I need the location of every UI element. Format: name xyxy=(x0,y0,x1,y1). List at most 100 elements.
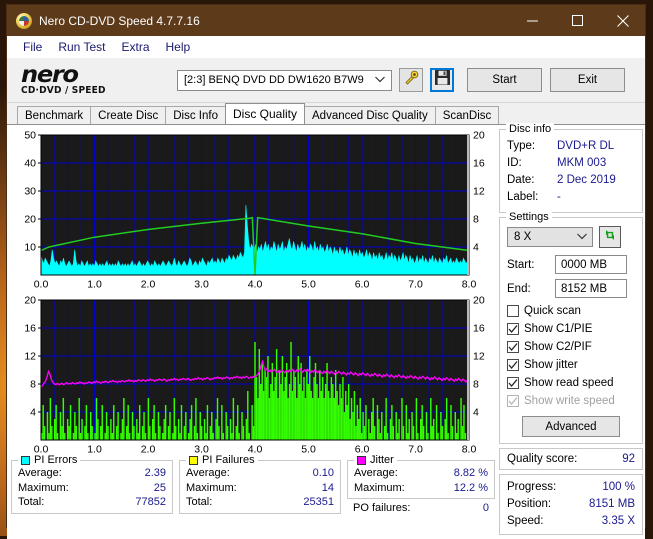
svg-text:4: 4 xyxy=(473,242,479,254)
menu-extra[interactable]: Extra xyxy=(113,38,157,56)
progress-label: Progress: xyxy=(507,481,557,493)
tab-create-disc[interactable]: Create Disc xyxy=(90,106,167,124)
checkbox-show-jitter[interactable]: Show jitter xyxy=(507,357,635,373)
tab-disc-info[interactable]: Disc Info xyxy=(165,106,226,124)
pi-failures-average-value: 0.10 xyxy=(312,467,334,479)
position-value: 8151 MB xyxy=(588,498,635,510)
checkbox-show-read-speed[interactable]: Show read speed xyxy=(507,375,635,391)
save-results-button[interactable] xyxy=(430,68,454,92)
minimize-icon[interactable] xyxy=(510,5,555,36)
pi-errors-total-row: Total: 77852 xyxy=(18,495,166,510)
end-field-row: End: 8152 MB xyxy=(507,279,635,298)
svg-text:10: 10 xyxy=(24,242,36,254)
refresh-disc-button[interactable] xyxy=(599,226,621,248)
svg-text:20: 20 xyxy=(473,130,485,142)
drive-select[interactable]: [2:3] BENQ DVD DD DW1620 B7W9 xyxy=(177,69,392,91)
svg-text:12: 12 xyxy=(24,351,36,363)
tab-advanced-disc-quality[interactable]: Advanced Disc Quality xyxy=(304,106,436,124)
jitter-average-row: Average: 8.82 % xyxy=(354,466,488,481)
svg-text:4: 4 xyxy=(30,407,36,419)
title-bar: Nero CD-DVD Speed 4.7.7.16 xyxy=(7,5,645,36)
jitter-maximum-row: Maximum: 12.2 % xyxy=(354,481,488,496)
refresh-icon xyxy=(603,228,617,247)
settings-title: Settings xyxy=(506,211,552,223)
start-input[interactable]: 0000 MB xyxy=(555,255,627,274)
chevron-down-icon xyxy=(375,74,385,86)
svg-text:16: 16 xyxy=(473,323,485,335)
jitter-color-swatch xyxy=(357,455,366,465)
svg-text:8: 8 xyxy=(473,379,479,391)
po-failures-value: 0 xyxy=(482,502,489,514)
tab-disc-quality[interactable]: Disc Quality xyxy=(225,103,306,124)
checkbox-show-c2-pif-label: Show C2/PIF xyxy=(524,341,592,353)
checkbox-show-write-speed: Show write speed xyxy=(507,393,635,409)
pi-errors-color-swatch xyxy=(21,455,30,465)
legend-pi-failures: PI Failures Average: 0.10 Maximum: 14 To… xyxy=(179,454,341,514)
disc-info-panel: Disc info Type: DVD+R DL ID: MKM 003 Dat… xyxy=(499,123,643,213)
speed-row: 8 X xyxy=(507,226,635,248)
pi-failures-jitter-graph-canvas: 48121620481216200.0 1.0 2.0 3.0 4.0 5.0 6.0 7.0… xyxy=(24,295,485,456)
pi-errors-maximum-label: Maximum: xyxy=(18,481,69,494)
checkbox-box xyxy=(507,377,519,389)
svg-text:8.0: 8.0 xyxy=(462,444,477,456)
end-input[interactable]: 8152 MB xyxy=(555,279,627,298)
app-window: Nero CD-DVD Speed 4.7.7.16 File Run Test… xyxy=(6,4,646,539)
svg-text:0.0: 0.0 xyxy=(34,279,49,291)
legend-jitter-label: Jitter xyxy=(370,454,394,466)
tool-options-button[interactable] xyxy=(399,68,423,92)
toolbar: nero CD·DVD ∕ SPEED [2:3] BENQ DVD DD DW… xyxy=(7,58,645,103)
quality-score-panel: Quality score: 92 xyxy=(499,448,643,470)
brand-tagline: CD·DVD ∕ SPEED xyxy=(21,84,106,96)
maximize-icon[interactable] xyxy=(555,5,600,36)
svg-text:8: 8 xyxy=(473,214,479,226)
pi-errors-maximum-row: Maximum: 25 xyxy=(18,481,166,496)
checkbox-show-c1-pie[interactable]: Show C1/PIE xyxy=(507,321,635,337)
disc-label-value: - xyxy=(557,191,561,203)
disc-type-value: DVD+R DL xyxy=(557,140,615,152)
disc-quality-panel: 10 20 30 40 50 4 8 12 16 20 0.0 1.0 2.0 3.0 4.0 5.0 6.0 7… xyxy=(7,123,645,539)
quality-score-label: Quality score: xyxy=(507,453,578,465)
speed-row-status: Speed: 3.35 X xyxy=(507,513,635,530)
tab-scandisc[interactable]: ScanDisc xyxy=(434,106,500,124)
window-controls xyxy=(510,5,645,36)
svg-text:30: 30 xyxy=(24,186,36,198)
tab-benchmark[interactable]: Benchmark xyxy=(17,106,92,124)
checkbox-quick-scan[interactable]: Quick scan xyxy=(507,303,635,319)
speed-select[interactable]: 8 X xyxy=(507,227,593,247)
nero-logo: nero CD·DVD ∕ SPEED xyxy=(7,63,177,96)
advanced-button[interactable]: Advanced xyxy=(522,416,620,437)
po-failures-row: PO failures: 0 xyxy=(347,501,495,516)
disc-id-label: ID: xyxy=(507,157,522,169)
end-label: End: xyxy=(507,282,531,295)
close-icon[interactable] xyxy=(600,5,645,36)
start-field-row: Start: 0000 MB xyxy=(507,255,635,274)
jitter-maximum-label: Maximum: xyxy=(354,481,405,494)
svg-text:4: 4 xyxy=(473,407,479,419)
position-label: Position: xyxy=(507,498,552,510)
menu-file[interactable]: File xyxy=(15,38,50,56)
pi-failures-average-label: Average: xyxy=(186,467,230,479)
start-button[interactable]: Start xyxy=(467,68,542,92)
svg-text:2.0: 2.0 xyxy=(141,279,156,291)
pi-errors-graph: 10 20 30 40 50 4 8 12 16 20 0.0 1.0 2.0 3.0 4.0 5.0 6.0 7… xyxy=(11,129,495,292)
tab-strip: Benchmark Create Disc Disc Info Disc Qua… xyxy=(7,103,645,124)
pi-failures-maximum-value: 14 xyxy=(321,481,334,494)
menu-run-test[interactable]: Run Test xyxy=(50,38,113,56)
disc-date-label: Date: xyxy=(507,174,535,186)
svg-text:3.0: 3.0 xyxy=(194,279,209,291)
svg-text:1.0: 1.0 xyxy=(87,444,102,456)
exit-button[interactable]: Exit xyxy=(550,68,625,92)
checkbox-box xyxy=(507,341,519,353)
checkbox-show-c2-pif[interactable]: Show C2/PIF xyxy=(507,339,635,355)
nero-disc-icon xyxy=(16,12,32,29)
svg-text:5.0: 5.0 xyxy=(301,279,316,291)
menu-bar: File Run Test Extra Help xyxy=(7,36,645,58)
svg-text:40: 40 xyxy=(24,158,36,170)
menu-help[interactable]: Help xyxy=(158,38,199,56)
svg-text:16: 16 xyxy=(24,323,36,335)
svg-text:7.0: 7.0 xyxy=(408,279,423,291)
pi-errors-maximum-value: 25 xyxy=(153,481,166,494)
legend-jitter: Jitter Average: 8.82 % Maximum: 12.2 % xyxy=(347,454,495,499)
legend-pi-failures-label: PI Failures xyxy=(202,454,255,466)
checkbox-show-read-speed-label: Show read speed xyxy=(524,377,614,389)
